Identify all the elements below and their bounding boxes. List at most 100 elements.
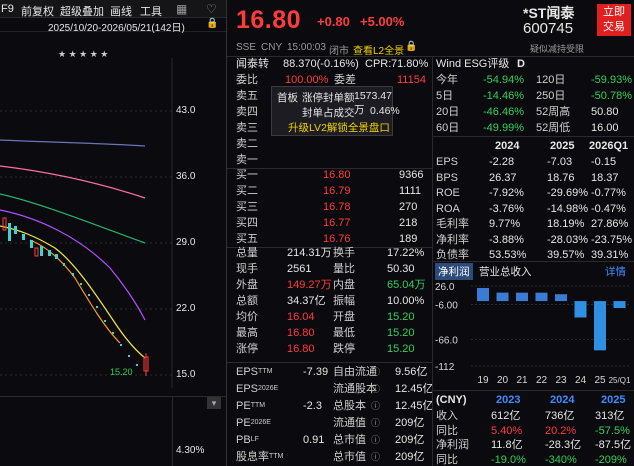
profit-bar[interactable] bbox=[477, 287, 489, 302]
data-row: 买四 16.77 218 bbox=[227, 215, 432, 231]
perf-label: 250日 bbox=[536, 90, 566, 102]
perf-label: 60日 bbox=[436, 122, 460, 134]
last-price: 16.80 bbox=[236, 6, 302, 34]
ask-label: 卖三 bbox=[236, 122, 258, 134]
esg-rating[interactable]: D bbox=[517, 56, 525, 72]
stat-label: 内盘 bbox=[333, 279, 355, 291]
x-tick-label: 23 bbox=[555, 375, 567, 386]
info-icon[interactable]: ⓘ bbox=[371, 432, 380, 448]
profit-bar[interactable] bbox=[594, 301, 606, 351]
adjust-button[interactable]: 前复权 bbox=[21, 3, 54, 19]
info-icon[interactable]: ⓘ bbox=[371, 381, 380, 397]
y-tick-label: 26.0 bbox=[435, 282, 455, 293]
cb-name[interactable]: 闻泰转 bbox=[236, 56, 269, 72]
collapse-icon[interactable]: ▾ bbox=[207, 397, 221, 409]
valuation-row: PETTM -2.3 总股本 ⓘ 12.45亿 bbox=[227, 398, 434, 414]
volume-axis-label: 4.30% bbox=[176, 445, 205, 456]
stat-label: 换手 bbox=[333, 247, 355, 259]
info-icon[interactable]: ⓘ bbox=[371, 449, 380, 465]
bid-label: 买四 bbox=[236, 217, 258, 229]
grid-icon[interactable]: ▦ bbox=[176, 2, 187, 16]
perf-value: -14.46% bbox=[483, 90, 524, 102]
kline-chart[interactable]: 43.0 36.0 29.0 22.0 15.0 15.20 bbox=[0, 58, 226, 388]
data-row: 外盘 149.27万 内盘 65.04万 bbox=[227, 277, 432, 293]
profit-bar[interactable] bbox=[574, 301, 587, 318]
stat-label: 开盘 bbox=[333, 311, 355, 323]
weibi-label: 委比 bbox=[236, 74, 258, 86]
stat-label: 最低 bbox=[333, 327, 355, 339]
valuation-suffix: 2026E bbox=[258, 385, 279, 392]
stat-value: 16.80 bbox=[287, 327, 315, 339]
profit-bar[interactable] bbox=[555, 294, 567, 302]
fin-year: 2025 bbox=[550, 140, 575, 152]
price-axis-label: 15.0 bbox=[176, 369, 196, 380]
x-tick-label: 22 bbox=[536, 375, 548, 386]
date-range: 2025/10/20-2026/05/21(142日) bbox=[48, 23, 185, 34]
chart-toolbar: F9 前复权 超级叠加 画线 工具 ▦ ♡ bbox=[0, 0, 226, 18]
bid-label: 买一 bbox=[236, 169, 258, 181]
fin-value: -14.98% bbox=[547, 202, 588, 215]
info-icon[interactable]: ⓘ bbox=[371, 398, 380, 414]
valuation-label: PE2026E bbox=[236, 415, 271, 431]
data-row: 净利率 -3.88% -28.03% -23.75% bbox=[433, 232, 634, 248]
fin-value: 18.76 bbox=[547, 171, 575, 184]
valuation-name: PE bbox=[236, 417, 251, 429]
tools-button[interactable]: 工具 bbox=[140, 3, 162, 19]
share-label: 流通值 bbox=[333, 417, 366, 429]
share-value: 9.56亿 bbox=[395, 366, 428, 378]
lock-icon[interactable]: 🔒 bbox=[206, 18, 218, 29]
fin-value: -0.47% bbox=[591, 202, 626, 215]
data-row: 卖二 bbox=[227, 136, 432, 152]
valuation-label: EPSTTM bbox=[236, 364, 272, 380]
info-icon[interactable]: ⓘ bbox=[371, 415, 380, 431]
fin-value: 27.86% bbox=[591, 218, 629, 230]
profit-bar[interactable] bbox=[613, 301, 626, 309]
perf-value: -46.46% bbox=[483, 106, 524, 118]
info-icon[interactable]: ⓘ bbox=[371, 364, 380, 380]
perf-value: -54.94% bbox=[483, 74, 524, 86]
heart-icon[interactable]: ♡ bbox=[206, 2, 217, 16]
data-row: ROA -3.76% -14.98% -0.47% bbox=[433, 201, 634, 217]
f9-button[interactable]: F9 bbox=[1, 3, 14, 15]
profit-bar-chart[interactable]: 26.0 -6.00 -66.0 -112 19 20 21 22 23 24 25 25/Q1 bbox=[433, 278, 634, 390]
cny-year: 2023 bbox=[496, 394, 521, 406]
y-tick-label: -112 bbox=[435, 362, 455, 373]
stat-value: 10.00% bbox=[387, 295, 425, 307]
profit-bar[interactable] bbox=[516, 292, 528, 302]
draw-button[interactable]: 画线 bbox=[110, 3, 132, 19]
limit-up-popup[interactable]: 首板 涨停封单额 1573.47万 封单占成交 0.46% 升级LV2解锁全景盘… bbox=[271, 86, 400, 136]
share-label: 总股本 bbox=[333, 400, 366, 412]
restriction-tag: 疑似减持受限 bbox=[530, 44, 585, 54]
fin-value: 18.37 bbox=[591, 171, 619, 184]
stat-value: 15.20 bbox=[387, 311, 415, 323]
fin-value: -23.75% bbox=[591, 233, 632, 246]
profit-bar[interactable] bbox=[496, 292, 509, 302]
tab-revenue[interactable]: 营业总收入 bbox=[479, 264, 532, 279]
upgrade-l2-link[interactable]: 升级LV2解锁全景盘口 bbox=[288, 120, 390, 135]
perf-value: -59.93% bbox=[591, 74, 632, 86]
stat-label: 总量 bbox=[236, 247, 258, 259]
data-row: 毛利率 9.77% 18.19% 27.86% bbox=[433, 216, 634, 232]
cb-price: 88.370(-0.16%) bbox=[283, 58, 359, 70]
valuation-name: EPS bbox=[236, 383, 259, 395]
x-tick-label: 24 bbox=[575, 375, 587, 386]
fin-value: 9.77% bbox=[489, 218, 521, 230]
fundamentals-panel: Wind ESG评级 D 今年 -54.94% 120日 -59.93% 5日 -14.46… bbox=[433, 56, 634, 466]
profit-bar[interactable] bbox=[535, 292, 548, 302]
fin-value: 18.19% bbox=[547, 218, 585, 230]
bid-price: 16.77 bbox=[323, 217, 351, 229]
esg-label: Wind ESG评级 bbox=[436, 58, 510, 70]
l2-link[interactable]: 查看L2全景 bbox=[353, 42, 404, 57]
valuation-name: 股息率 bbox=[236, 451, 269, 463]
overlay-button[interactable]: 超级叠加 bbox=[60, 3, 104, 19]
valuation-suffix: 2026E bbox=[250, 419, 271, 426]
details-link[interactable]: 详情 bbox=[605, 264, 626, 279]
fin-value: -7.92% bbox=[489, 187, 524, 199]
share-value: 12.45亿 bbox=[395, 400, 434, 412]
trade-button[interactable]: 立即 交易 bbox=[597, 4, 631, 36]
currency: CNY bbox=[261, 42, 283, 53]
fin-value: -3.76% bbox=[489, 202, 524, 215]
data-row: 卖一 bbox=[227, 152, 432, 168]
valuation-suffix: TTM bbox=[258, 368, 273, 375]
fin-value: -7.03 bbox=[547, 156, 573, 168]
